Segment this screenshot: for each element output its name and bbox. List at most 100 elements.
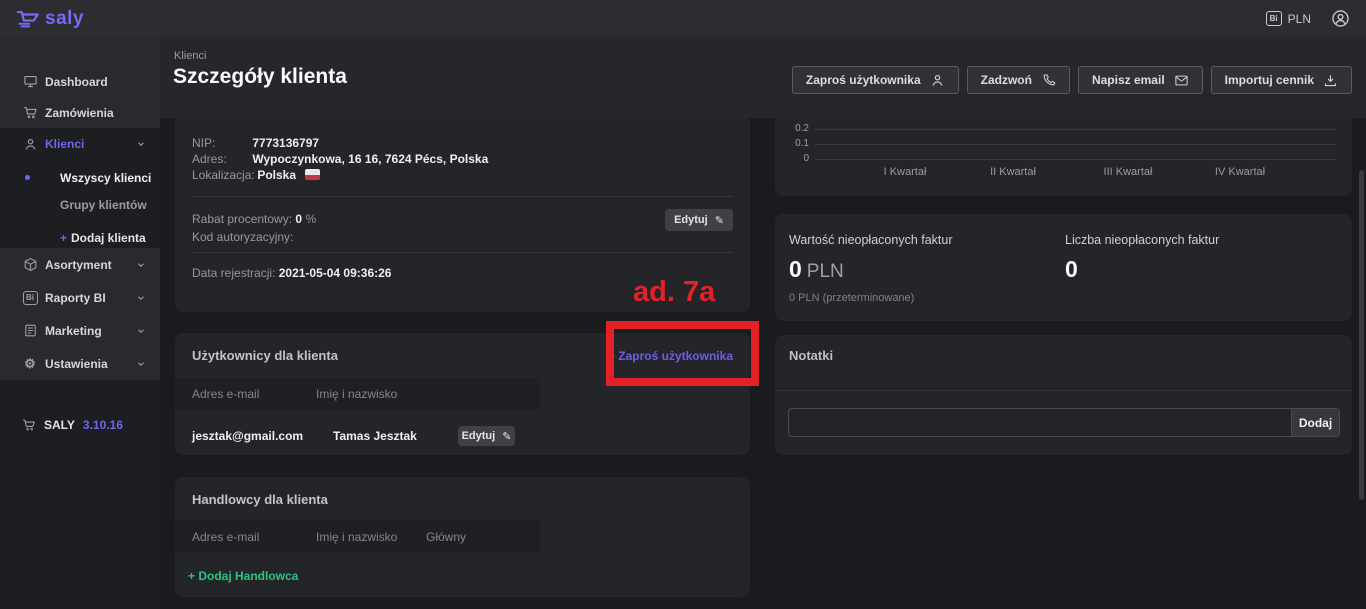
sidebar-item-asortyment[interactable]: Asortyment (0, 248, 160, 281)
saly-cart-logo-icon (16, 10, 40, 28)
topbar: saly Bi PLN (0, 0, 1366, 37)
add-sales-rep-link[interactable]: + Dodaj Handlowca (188, 569, 298, 583)
quarterly-chart-card: 0.2 0.1 0 I Kwartał II Kwartał III Kwart… (775, 118, 1352, 196)
registration-value: 2021-05-04 09:36:26 (279, 266, 392, 280)
location-value: Polska (257, 168, 296, 182)
annotation-highlight-box (606, 321, 759, 386)
sidebar-item-label: Ustawienia (45, 357, 108, 371)
y-axis-tick: 0.2 (775, 123, 809, 134)
location-label: Lokalizacja: (192, 167, 254, 183)
sidebar-item-label: Dashboard (45, 75, 108, 89)
y-axis-tick: 0 (775, 153, 809, 164)
sidebar-item-grupy-klientow[interactable]: Grupy klientów (0, 191, 160, 218)
cart-icon (22, 105, 38, 120)
unpaid-value: 0PLN (789, 256, 953, 283)
client-identity-block: NIP: 7773136797 Adres: Wypoczynkowa, 16 … (192, 135, 488, 183)
banknote-icon: Bi (1266, 11, 1282, 26)
gear-icon: ⚙ (22, 356, 38, 372)
phone-icon (1041, 73, 1056, 88)
add-note-button[interactable]: Dodaj (1291, 409, 1339, 436)
sidebar-item-label: Klienci (45, 137, 84, 151)
y-axis-tick: 0.1 (775, 138, 809, 149)
app-logo[interactable]: saly (16, 8, 84, 30)
note-input[interactable] (789, 409, 1291, 436)
nip-label: NIP: (192, 135, 249, 151)
table-row: jesztak@gmail.com Tamas Jesztak Edytuj ✎ (192, 426, 732, 446)
page-title: Szczegóły klienta (173, 65, 347, 89)
address-row: Adres: Wypoczynkowa, 16 16, 7624 Pécs, P… (192, 151, 488, 167)
monitor-icon (22, 74, 38, 89)
nip-row: NIP: 7773136797 (192, 135, 488, 151)
document-icon (22, 323, 38, 338)
call-button[interactable]: Zadzwoń (967, 66, 1070, 94)
sidebar-item-wszyscy-klienci[interactable]: Wszyscy klienci (0, 164, 160, 191)
sidebar-section-main: Dashboard Zamówienia (0, 37, 160, 128)
import-pricelist-button[interactable]: Importuj cennik (1211, 66, 1352, 94)
client-sales-reps-card: Handlowcy dla klienta Adres e-mail Imię … (175, 477, 750, 597)
nip-value: 7773136797 (252, 136, 319, 150)
discount-value: 0 (295, 212, 302, 226)
divider (192, 252, 733, 253)
sidebar-item-label: Asortyment (45, 258, 112, 272)
auth-code-label: Kod autoryzacyjny: (192, 230, 293, 244)
button-label: Zaproś użytkownika (806, 73, 921, 87)
edit-user-button[interactable]: Edytuj ✎ (458, 426, 515, 446)
write-email-button[interactable]: Napisz email (1078, 66, 1203, 94)
person-icon (22, 137, 38, 152)
card-title: Handlowcy dla klienta (192, 492, 328, 507)
unpaid-value-block: Wartość nieopłaconych faktur 0PLN 0 PLN … (789, 233, 953, 304)
currency-label: PLN (1288, 12, 1311, 26)
note-input-bar: Dodaj (788, 408, 1340, 437)
envelope-icon (1174, 73, 1189, 88)
unpaid-value-title: Wartość nieopłaconych faktur (789, 233, 953, 247)
user-email-cell: jesztak@gmail.com (192, 429, 333, 443)
edit-details-button[interactable]: Edytuj ✎ (665, 209, 733, 231)
breadcrumb: Klienci (174, 50, 206, 62)
account-icon[interactable] (1331, 9, 1350, 28)
sidebar-item-zamowienia[interactable]: Zamówienia (0, 97, 160, 128)
active-dot-icon (25, 175, 30, 180)
sidebar-item-dashboard[interactable]: Dashboard (0, 66, 160, 97)
sidebar-item-ustawienia[interactable]: ⚙ Ustawienia (0, 347, 160, 380)
divider (775, 390, 1352, 391)
sidebar-item-raporty-bi[interactable]: Bi Raporty BI (0, 281, 160, 314)
user-name-cell: Tamas Jesztak (333, 429, 458, 443)
sidebar-item-klienci[interactable]: Klienci (0, 128, 160, 160)
cart-icon (22, 418, 36, 432)
app-name-label: SALY (44, 418, 75, 432)
sidebar-item-dodaj-klienta[interactable]: + Dodaj klienta (0, 224, 160, 251)
chevron-down-icon (136, 326, 146, 336)
poland-flag-icon (305, 169, 320, 180)
sidebar-section-secondary: Asortyment Bi Raporty BI Marketing (0, 248, 160, 380)
sidebar-item-marketing[interactable]: Marketing (0, 314, 160, 347)
column-header: Imię i nazwisko (316, 387, 426, 401)
page-header: Klienci Szczegóły klienta Zaproś użytkow… (160, 37, 1366, 118)
gridline (815, 129, 1336, 130)
chevron-down-icon (136, 260, 146, 270)
x-axis-label: III Kwartał (1104, 166, 1153, 178)
column-header: Adres e-mail (175, 387, 316, 401)
registration-label: Data rejestracji: (192, 266, 275, 280)
pencil-icon: ✎ (715, 214, 724, 227)
unpaid-count: 0 (1065, 256, 1078, 282)
unpaid-invoices-card: Wartość nieopłaconych faktur 0PLN 0 PLN … (775, 214, 1352, 321)
notes-card: Notatki Dodaj (775, 335, 1352, 455)
auth-code-row: Kod autoryzacyjny: (192, 228, 316, 246)
button-label: Edytuj (674, 214, 708, 226)
users-table-header: Adres e-mail Imię i nazwisko (175, 378, 540, 410)
address-label: Adres: (192, 151, 249, 167)
invite-user-button[interactable]: Zaproś użytkownika (792, 66, 959, 94)
chevron-down-icon (136, 359, 146, 369)
button-label: Zadzwoń (981, 73, 1032, 87)
chevron-down-icon (136, 139, 146, 149)
column-header: Główny (426, 530, 466, 544)
currency-selector[interactable]: Bi PLN (1266, 11, 1311, 26)
sidebar-subitem-label: Grupy klientów (60, 198, 147, 212)
vertical-scrollbar[interactable] (1359, 170, 1364, 500)
discount-row: Rabat procentowy: 0 % (192, 210, 316, 228)
download-icon (1323, 73, 1338, 88)
sidebar-item-label: Raporty BI (45, 291, 106, 305)
app-version-link[interactable]: 3.10.16 (83, 418, 123, 432)
annotation-label: ad. 7a (633, 276, 715, 309)
sidebar: Dashboard Zamówienia Klienci (0, 37, 160, 609)
